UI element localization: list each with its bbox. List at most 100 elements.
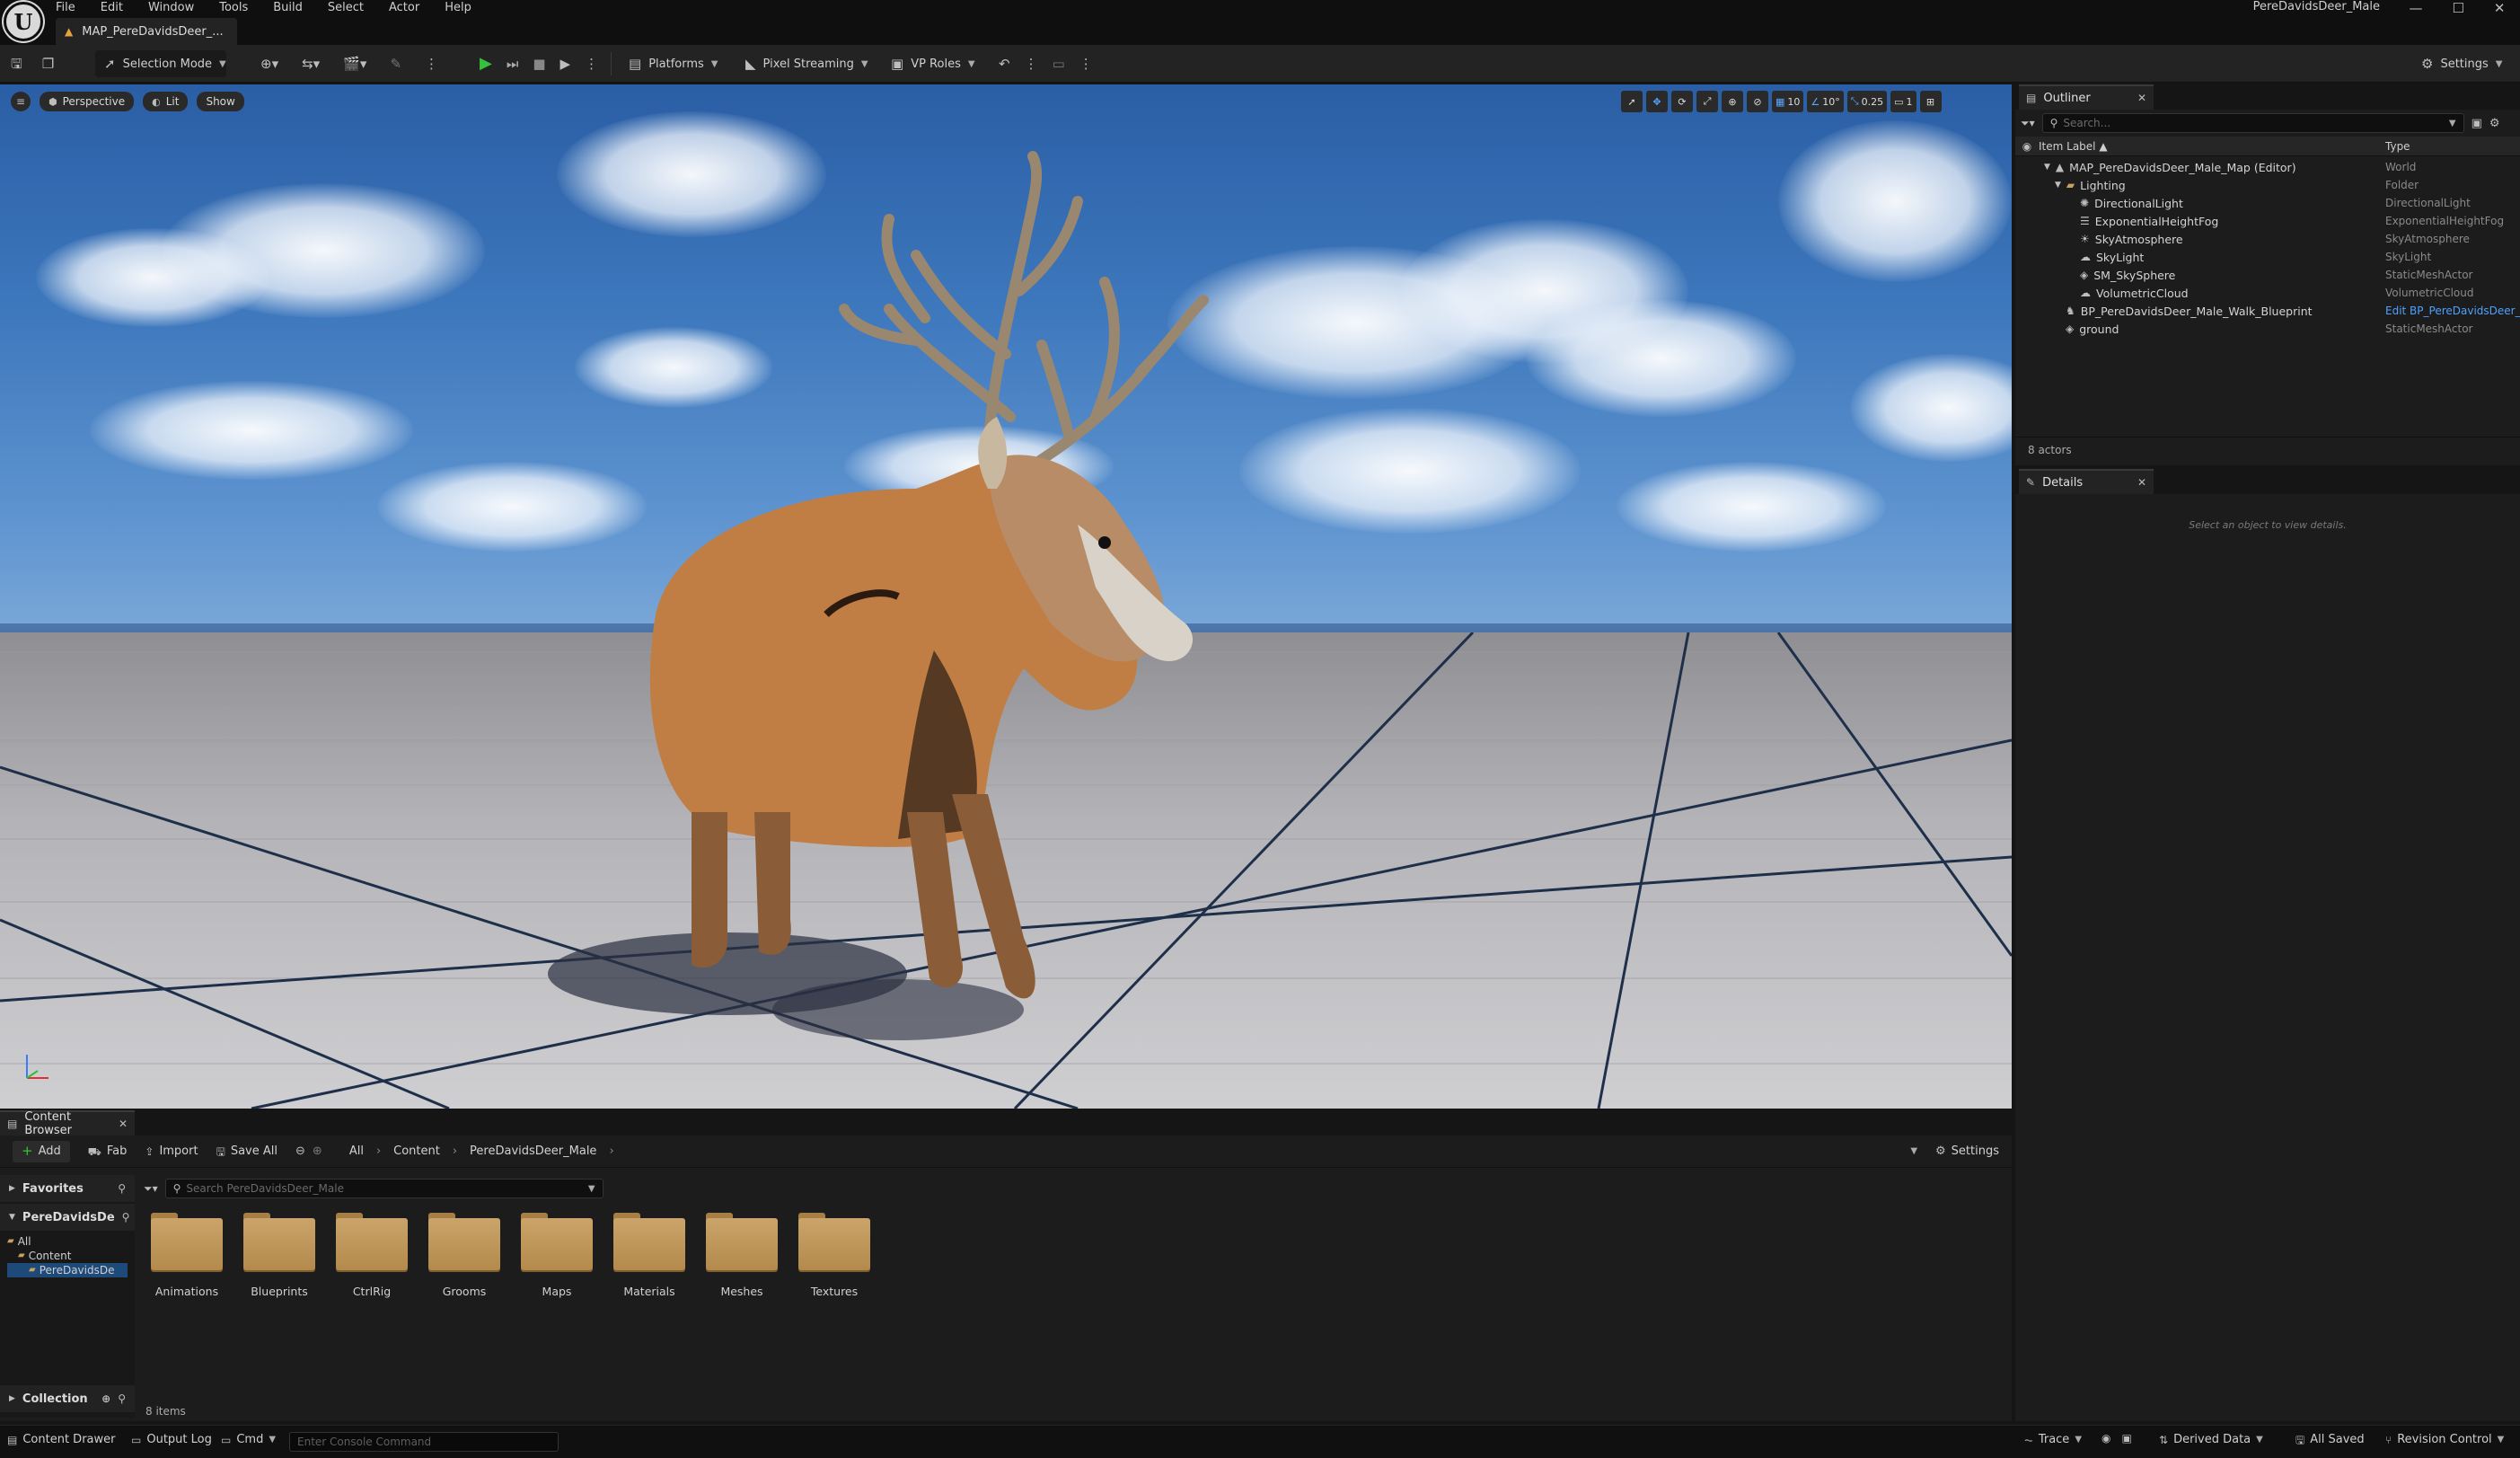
grid-snap-button[interactable]: ▦ 10 — [1772, 91, 1804, 112]
history-back-icon[interactable]: ⊖ — [295, 1145, 305, 1157]
camera-speed-button[interactable]: ▭ 1 — [1890, 91, 1916, 112]
expand-arrow-icon[interactable]: ▼ — [2055, 181, 2061, 190]
add-folder-icon[interactable]: ▣ — [2472, 118, 2482, 129]
step-icon[interactable]: ⏭ — [507, 57, 519, 71]
all-saved-button[interactable]: 🖫 All Saved — [2295, 1433, 2365, 1446]
outliner-row-deer-blueprint[interactable]: ♞ BP_PereDavidsDeer_Male_Walk_Blueprint E… — [2015, 302, 2520, 320]
minimize-icon[interactable]: — — [2409, 1, 2422, 15]
menu-edit[interactable]: Edit — [101, 1, 123, 14]
pixel-streaming-dropdown[interactable]: ◣ Pixel Streaming ▼ — [745, 50, 868, 77]
filter-icon[interactable]: ⏷▾ — [2021, 118, 2035, 128]
tree-item-project[interactable]: ▰ PereDavidsDe — [7, 1263, 128, 1277]
path-dropdown-icon[interactable]: ▼ — [1910, 1146, 1917, 1156]
folder-grooms[interactable]: Grooms — [423, 1211, 506, 1310]
device-icon[interactable]: ▭ — [1053, 57, 1065, 71]
level-viewport[interactable]: ≡ ⬢ Perspective ◐ Lit Show ➚ ✥ ⟳ ⤢ ⊕ ⊘ ▦… — [0, 84, 2012, 1109]
breadcrumb-all[interactable]: All — [349, 1144, 364, 1158]
outliner-tab[interactable]: ▤ Outliner ✕ — [2019, 84, 2154, 110]
menu-help[interactable]: Help — [445, 1, 471, 14]
close-icon[interactable]: ✕ — [2137, 476, 2146, 489]
details-tab[interactable]: ✎ Details ✕ — [2019, 469, 2154, 494]
close-icon[interactable]: ✕ — [2137, 92, 2146, 104]
select-tool-icon[interactable]: ➚ — [1621, 91, 1643, 112]
trace-dropdown[interactable]: ⏦ Trace ▼ — [2024, 1433, 2082, 1446]
fab-button[interactable]: ⛟ Fab — [88, 1144, 128, 1158]
show-button[interactable]: Show — [197, 92, 244, 111]
browse-icon[interactable]: ❐ — [42, 57, 54, 71]
surface-snap-icon[interactable]: ⊘ — [1747, 91, 1768, 112]
close-icon[interactable]: ✕ — [119, 1118, 128, 1130]
outliner-row-ground[interactable]: ◈ ground StaticMeshActor — [2015, 320, 2520, 338]
folder-animations[interactable]: Animations — [145, 1211, 228, 1310]
outliner-row-sky-sphere[interactable]: ◈ SM_SkySphere StaticMeshActor — [2015, 266, 2520, 284]
save-all-button[interactable]: 🖫 Save All — [216, 1144, 278, 1158]
console-input[interactable]: Enter Console Command — [289, 1432, 559, 1452]
filter-icon[interactable]: ⏷▾ — [144, 1183, 158, 1194]
settings-dropdown[interactable]: ⚙ Settings ▼ — [2421, 50, 2502, 77]
menu-select[interactable]: Select — [328, 1, 364, 14]
asset-search-input[interactable]: ⚲ Search PereDavidsDeer_Male ▼ — [164, 1179, 604, 1198]
item-label-column[interactable]: Item Label ▲ — [2039, 140, 2385, 153]
expand-arrow-icon[interactable]: ▼ — [2044, 163, 2050, 172]
record-icon[interactable]: ◉ — [2101, 1433, 2110, 1444]
favorites-header[interactable]: ▶ Favorites ⚲ — [0, 1175, 135, 1202]
save-icon[interactable]: 🖫 — [11, 57, 22, 71]
tree-item-content[interactable]: ▰ Content — [7, 1249, 128, 1263]
cinematics-icon[interactable]: 🎬▾ — [343, 57, 366, 71]
visibility-eye-icon[interactable]: ◉ — [2015, 141, 2039, 152]
deer-model[interactable] — [521, 147, 1293, 1091]
translate-tool-icon[interactable]: ✥ — [1646, 91, 1668, 112]
project-folder-header[interactable]: ▼ PereDavidsDe ⚲ — [0, 1204, 135, 1231]
folder-maps[interactable]: Maps — [515, 1211, 598, 1310]
selection-mode-dropdown[interactable]: ➚ Selection Mode ▼ — [95, 50, 226, 77]
perspective-button[interactable]: ⬢ Perspective — [40, 92, 135, 111]
viewport-layout-icon[interactable]: ⊞ — [1919, 91, 1942, 112]
outliner-row-world[interactable]: ▼ ▲ MAP_PereDavidsDeer_Male_Map (Editor) W… — [2015, 158, 2520, 176]
edit-blueprint-link[interactable]: Edit BP_PereDavidsDeer_ — [2385, 305, 2520, 317]
more-options-icon[interactable]: ⋮ — [1025, 57, 1038, 71]
menu-window[interactable]: Window — [148, 1, 194, 14]
stop-icon[interactable]: ■ — [533, 57, 545, 71]
folder-blueprints[interactable]: Blueprints — [238, 1211, 321, 1310]
add-collection-icon[interactable]: ⊕ — [101, 1393, 110, 1404]
undo-history-icon[interactable]: ↶ — [999, 57, 1010, 71]
cmd-dropdown[interactable]: ▭ Cmd ▼ — [221, 1433, 276, 1446]
world-space-icon[interactable]: ⊕ — [1722, 91, 1743, 112]
folder-materials[interactable]: Materials — [608, 1211, 691, 1310]
lit-button[interactable]: ◐ Lit — [143, 92, 189, 111]
blueprint-icon[interactable]: ⇆▾ — [302, 57, 320, 71]
rotate-tool-icon[interactable]: ⟳ — [1671, 91, 1693, 112]
search-icon[interactable]: ⚲ — [118, 1393, 126, 1404]
hamburger-menu-icon[interactable]: ≡ — [11, 92, 31, 111]
modeling-icon[interactable]: ✎ — [390, 57, 401, 71]
play-icon[interactable]: ▶ — [480, 56, 492, 72]
launch-icon[interactable]: ▶ — [560, 57, 571, 71]
more-options-icon[interactable]: ⋮ — [1079, 57, 1093, 71]
type-column[interactable]: Type — [2385, 140, 2410, 153]
menu-tools[interactable]: Tools — [219, 1, 248, 14]
history-forward-icon[interactable]: ⊕ — [313, 1145, 322, 1157]
folder-meshes[interactable]: Meshes — [700, 1211, 783, 1310]
outliner-row-lighting[interactable]: ▼ ▰ Lighting Folder — [2015, 176, 2520, 194]
scale-snap-button[interactable]: ⤡ 0.25 — [1846, 91, 1888, 112]
menu-file[interactable]: File — [56, 1, 75, 14]
rotation-snap-button[interactable]: ∠ 10° — [1807, 91, 1844, 112]
output-log-button[interactable]: ▭ Output Log — [131, 1433, 212, 1446]
search-icon[interactable]: ⚲ — [122, 1212, 130, 1223]
add-button[interactable]: + Add — [13, 1140, 70, 1162]
maximize-icon[interactable]: ☐ — [2452, 1, 2463, 15]
outliner-row-height-fog[interactable]: ☰ ExponentialHeightFog ExponentialHeightF… — [2015, 212, 2520, 230]
scale-tool-icon[interactable]: ⤢ — [1696, 91, 1718, 112]
outliner-row-sky-atmosphere[interactable]: ☀ SkyAtmosphere SkyAtmosphere — [2015, 230, 2520, 248]
outliner-search-input[interactable]: ⚲ Search... ▼ — [2041, 113, 2464, 133]
vp-roles-dropdown[interactable]: ▣ VP Roles ▼ — [891, 50, 975, 77]
content-browser-tab[interactable]: ▤ Content Browser ✕ — [0, 1110, 135, 1137]
menu-build[interactable]: Build — [273, 1, 303, 14]
breadcrumb-content[interactable]: Content — [393, 1144, 440, 1158]
add-actor-icon[interactable]: ⊕▾ — [260, 57, 278, 71]
derived-data-dropdown[interactable]: ⇅ Derived Data ▼ — [2159, 1433, 2263, 1446]
content-drawer-button[interactable]: ▤ Content Drawer — [7, 1433, 115, 1446]
menu-actor[interactable]: Actor — [389, 1, 419, 14]
platforms-dropdown[interactable]: ▤ Platforms ▼ — [629, 50, 718, 77]
folder-textures[interactable]: Textures — [793, 1211, 876, 1310]
